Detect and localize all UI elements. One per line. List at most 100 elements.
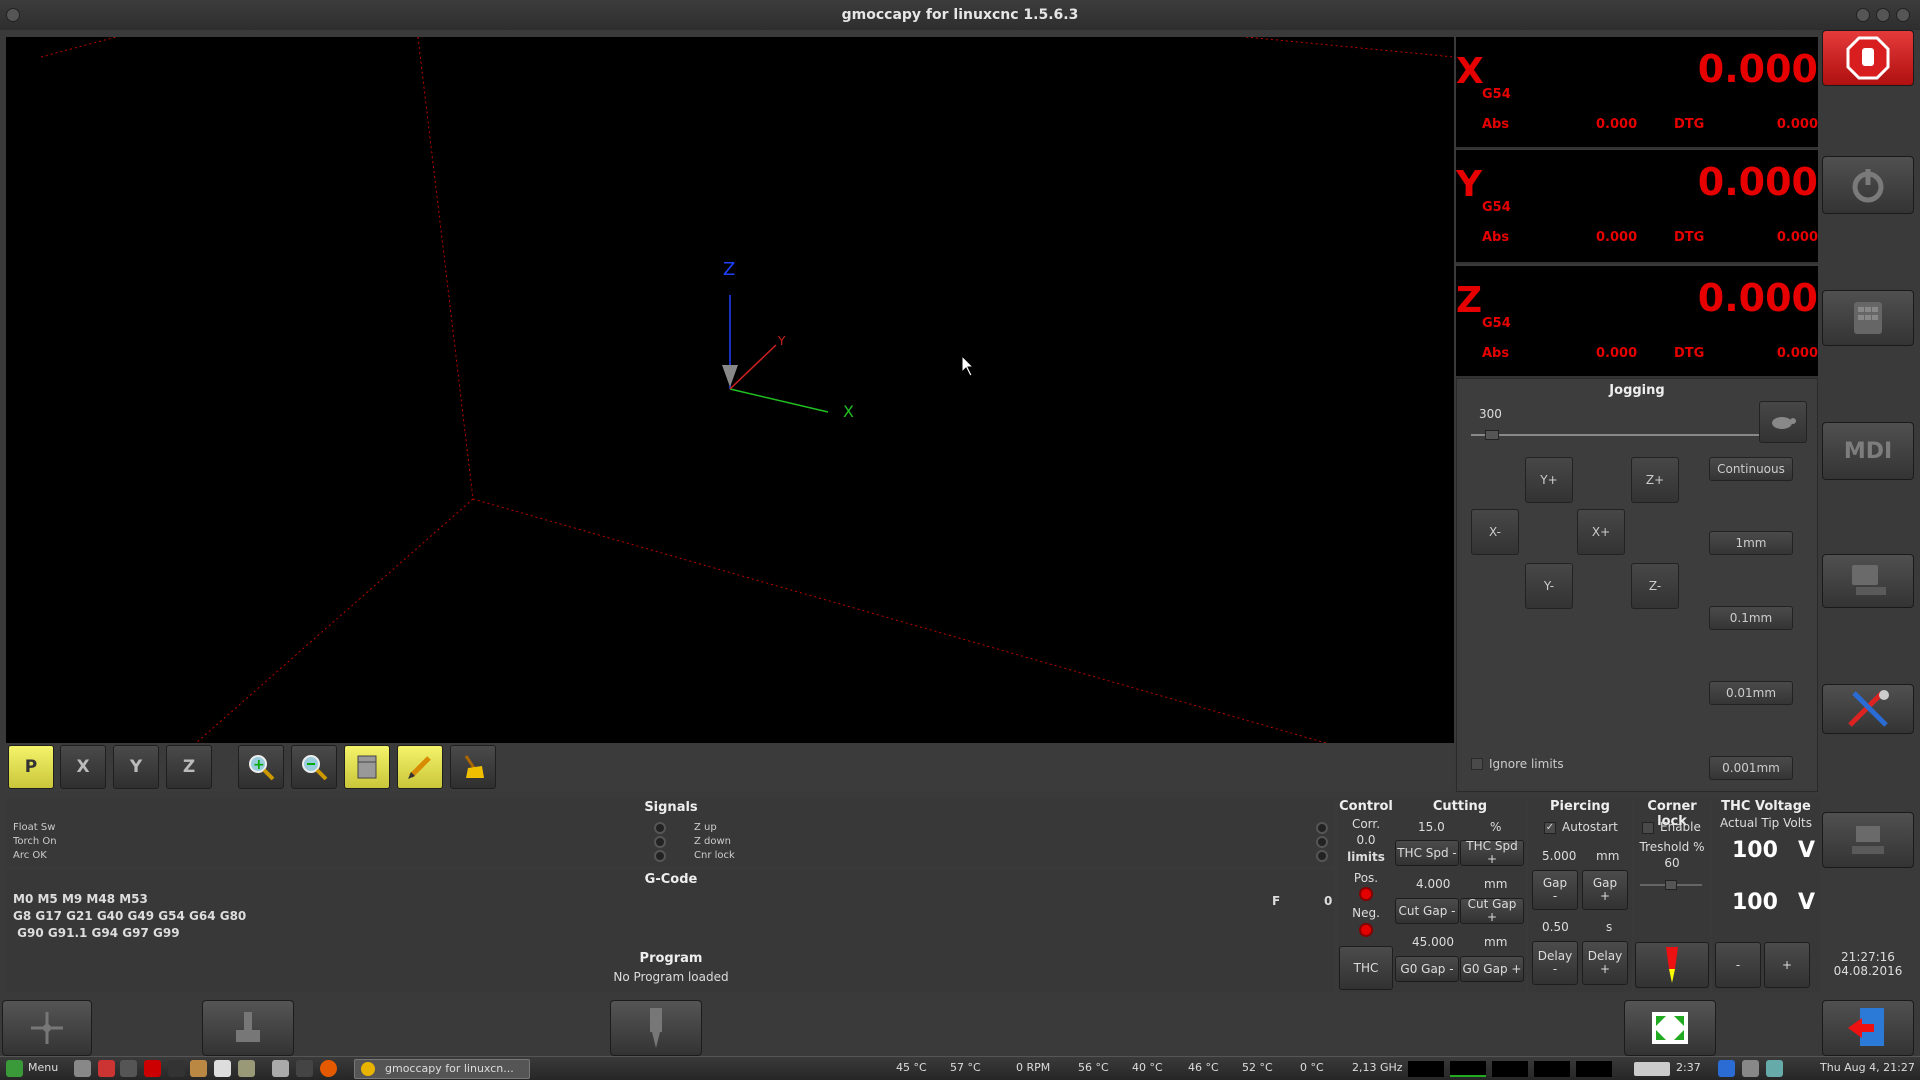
window-menu-icon[interactable] — [6, 8, 20, 22]
dro-z-abs-value: 0.000 — [1596, 346, 1638, 361]
show-tool-path-button[interactable] — [397, 745, 443, 789]
view-x-button[interactable]: X — [60, 745, 106, 789]
cut-gap-minus-button[interactable]: Cut Gap - — [1395, 898, 1459, 924]
torch-icon — [1666, 947, 1678, 983]
led-cnr-lock — [1316, 850, 1328, 862]
terminal-launcher-icon[interactable] — [120, 1060, 137, 1077]
battery-icon[interactable] — [1634, 1062, 1670, 1076]
mdi-mode-button[interactable]: MDI — [1822, 422, 1914, 480]
pierce-gap-minus-button[interactable]: Gap - — [1532, 870, 1578, 910]
firefox-icon[interactable] — [320, 1060, 337, 1077]
archive-icon[interactable] — [238, 1060, 255, 1077]
taskbar-task-gmoccapy[interactable]: gmoccapy for linuxcn... — [354, 1059, 530, 1079]
clear-plot-button[interactable] — [450, 745, 496, 789]
jog-x-minus-button[interactable]: X- — [1471, 509, 1519, 555]
swap-graph — [1576, 1061, 1612, 1077]
signal-arc-ok: Arc OK — [13, 850, 47, 861]
threshold-slider[interactable] — [1640, 880, 1702, 890]
close-icon[interactable] — [1896, 8, 1910, 22]
home-all-button[interactable] — [2, 1000, 92, 1056]
app-launcher-icon[interactable] — [98, 1060, 115, 1077]
files-icon[interactable] — [190, 1060, 207, 1077]
battery-time: 2:37 — [1676, 1061, 1701, 1074]
taskbar-menu-label[interactable]: Menu — [28, 1061, 58, 1074]
broom-icon — [464, 755, 484, 778]
view-x-label: X — [76, 757, 90, 777]
bluetooth-icon[interactable] — [1718, 1060, 1735, 1077]
exit-button[interactable] — [1822, 1000, 1914, 1056]
terminal-icon[interactable] — [296, 1060, 313, 1077]
jog-y-minus-button[interactable]: Y- — [1525, 563, 1573, 609]
dro-x-dtg-value: 0.000 — [1776, 117, 1818, 132]
linux-icon[interactable] — [168, 1060, 185, 1077]
maximize-icon[interactable] — [1876, 8, 1890, 22]
increment-1mm[interactable]: 1mm — [1709, 531, 1793, 555]
volume-icon[interactable] — [1742, 1060, 1759, 1077]
g0-gap-minus-button[interactable]: G0 Gap - — [1395, 956, 1459, 982]
preview-canvas: Z X Y — [40, 37, 1454, 743]
minimize-icon[interactable] — [1856, 8, 1870, 22]
calculator-icon[interactable] — [74, 1060, 91, 1077]
thc-button[interactable]: THC — [1339, 946, 1393, 990]
ignore-limits-checkbox[interactable] — [1471, 758, 1483, 770]
tool-button[interactable] — [610, 1000, 702, 1056]
user-tabs-button[interactable] — [1822, 812, 1914, 868]
volts-minus-button[interactable]: - — [1715, 942, 1761, 988]
view-y-button[interactable]: Y — [113, 745, 159, 789]
temp-4: 40 °C — [1132, 1061, 1163, 1074]
increment-0-01mm[interactable]: 0.01mm — [1709, 681, 1793, 705]
increment-0-1mm[interactable]: 0.1mm — [1709, 606, 1793, 630]
threshold-slider-knob[interactable] — [1665, 880, 1677, 890]
machine-power-button[interactable] — [1822, 156, 1914, 214]
jog-y-plus-button[interactable]: Y+ — [1525, 457, 1573, 503]
corner-lock-enable-checkbox[interactable] — [1642, 822, 1654, 834]
network-icon[interactable] — [1766, 1060, 1783, 1077]
ignore-limits-label: Ignore limits — [1489, 757, 1564, 771]
increment-continuous[interactable]: Continuous — [1709, 457, 1793, 481]
view-z-button[interactable]: Z — [166, 745, 212, 789]
thc-speed-plus-button[interactable]: THC Spd + — [1460, 840, 1524, 866]
touch-off-button[interactable] — [202, 1000, 294, 1056]
feed-label: F — [1272, 894, 1281, 908]
zoom-in-button[interactable]: + — [238, 745, 284, 789]
notes-icon[interactable] — [272, 1060, 289, 1077]
cutting-panel: Cutting 15.0 % THC Spd - THC Spd + 4.000… — [1394, 798, 1526, 992]
increment-0-001mm[interactable]: 0.001mm — [1709, 756, 1793, 780]
volts-plus-button[interactable]: + — [1764, 942, 1810, 988]
thc-speed-minus-button[interactable]: THC Spd - — [1395, 840, 1459, 866]
tools-icon — [1848, 690, 1889, 727]
jog-z-plus-button[interactable]: Z+ — [1631, 457, 1679, 503]
control-panel: Control Corr. 0.0 limits Pos. Neg. THC — [1338, 798, 1394, 992]
jog-speed-slider-knob[interactable] — [1484, 430, 1499, 440]
pierce-delay-plus-button[interactable]: Delay + — [1582, 941, 1628, 985]
origin-axes: Z X Y — [722, 259, 854, 421]
jog-speed-slider[interactable] — [1471, 430, 1763, 440]
fullscreen-button[interactable] — [1624, 1000, 1716, 1056]
dro-y-dtg-value: 0.000 — [1776, 230, 1818, 245]
dro-y-value[interactable]: 0.000 — [1698, 160, 1818, 204]
settings-button[interactable] — [1822, 684, 1914, 734]
auto-mode-button[interactable] — [1822, 554, 1914, 608]
editor-icon[interactable] — [214, 1060, 231, 1077]
autostart-checkbox[interactable]: ✓ — [1544, 822, 1556, 834]
manual-mode-button[interactable] — [1822, 290, 1914, 346]
view-p-button[interactable]: P — [8, 745, 54, 789]
dro-x-axis-letter: X — [1456, 51, 1484, 92]
dro-x-value[interactable]: 0.000 — [1698, 47, 1818, 91]
filezilla-icon[interactable] — [144, 1060, 161, 1077]
zoom-out-button[interactable] — [291, 745, 337, 789]
pierce-gap-plus-button[interactable]: Gap + — [1582, 870, 1628, 910]
g0-gap-plus-button[interactable]: G0 Gap + — [1460, 956, 1524, 982]
menu-icon[interactable] — [6, 1060, 23, 1077]
jog-turtle-button[interactable] — [1759, 401, 1807, 443]
jog-x-plus-button[interactable]: X+ — [1577, 509, 1625, 555]
jog-z-minus-button[interactable]: Z- — [1631, 563, 1679, 609]
show-dimensions-button[interactable] — [344, 745, 390, 789]
led-float-sw — [654, 822, 666, 834]
taskbar-task-label: gmoccapy for linuxcn... — [385, 1062, 514, 1075]
cut-gap-plus-button[interactable]: Cut Gap + — [1460, 898, 1524, 924]
gcode-preview[interactable]: Z X Y — [6, 37, 1454, 743]
pierce-delay-minus-button[interactable]: Delay - — [1532, 941, 1578, 985]
estop-button[interactable] — [1822, 30, 1914, 86]
dro-z-value[interactable]: 0.000 — [1698, 276, 1818, 320]
